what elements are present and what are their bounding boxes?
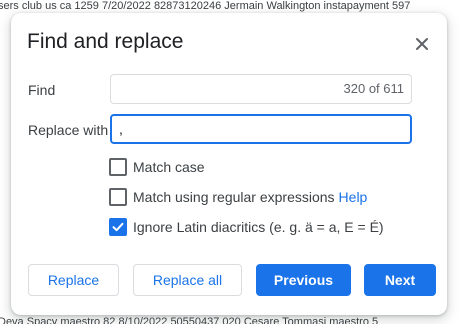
replace-input[interactable] — [110, 114, 412, 144]
close-button[interactable] — [411, 33, 433, 55]
match-case-label: Match case — [133, 159, 205, 175]
ignore-diacritics-checkbox[interactable] — [109, 218, 127, 236]
previous-button[interactable]: Previous — [256, 264, 351, 296]
regex-checkbox[interactable] — [109, 188, 127, 206]
sheet-row-top: sers club us ca 1259 7/20/2022 828731202… — [0, 0, 411, 12]
match-count: 320 of 611 — [343, 81, 404, 96]
replace-all-button[interactable]: Replace all — [133, 264, 242, 296]
checkmark-icon — [112, 222, 124, 232]
match-case-option[interactable]: Match case — [109, 157, 205, 177]
replace-button[interactable]: Replace — [28, 264, 119, 296]
match-case-checkbox[interactable] — [109, 158, 127, 176]
regex-label: Match using regular expressions — [133, 189, 335, 205]
find-label: Find — [28, 82, 56, 98]
replace-label: Replace with — [28, 122, 109, 138]
regex-option[interactable]: Match using regular expressions Help — [109, 187, 367, 207]
ignore-diacritics-label: Ignore Latin diacritics (e. g. ä = a, E … — [133, 219, 384, 235]
sheet-row-bottom: Deva Spacy maestro 82 8/10/2022 50550437… — [0, 316, 379, 324]
regex-help-link[interactable]: Help — [339, 189, 368, 205]
ignore-diacritics-option[interactable]: Ignore Latin diacritics (e. g. ä = a, E … — [109, 217, 384, 237]
next-button[interactable]: Next — [364, 264, 436, 296]
close-icon — [416, 38, 428, 50]
find-replace-dialog: Find and replace Find 320 of 611 Replace… — [11, 13, 447, 315]
dialog-title: Find and replace — [27, 30, 184, 53]
